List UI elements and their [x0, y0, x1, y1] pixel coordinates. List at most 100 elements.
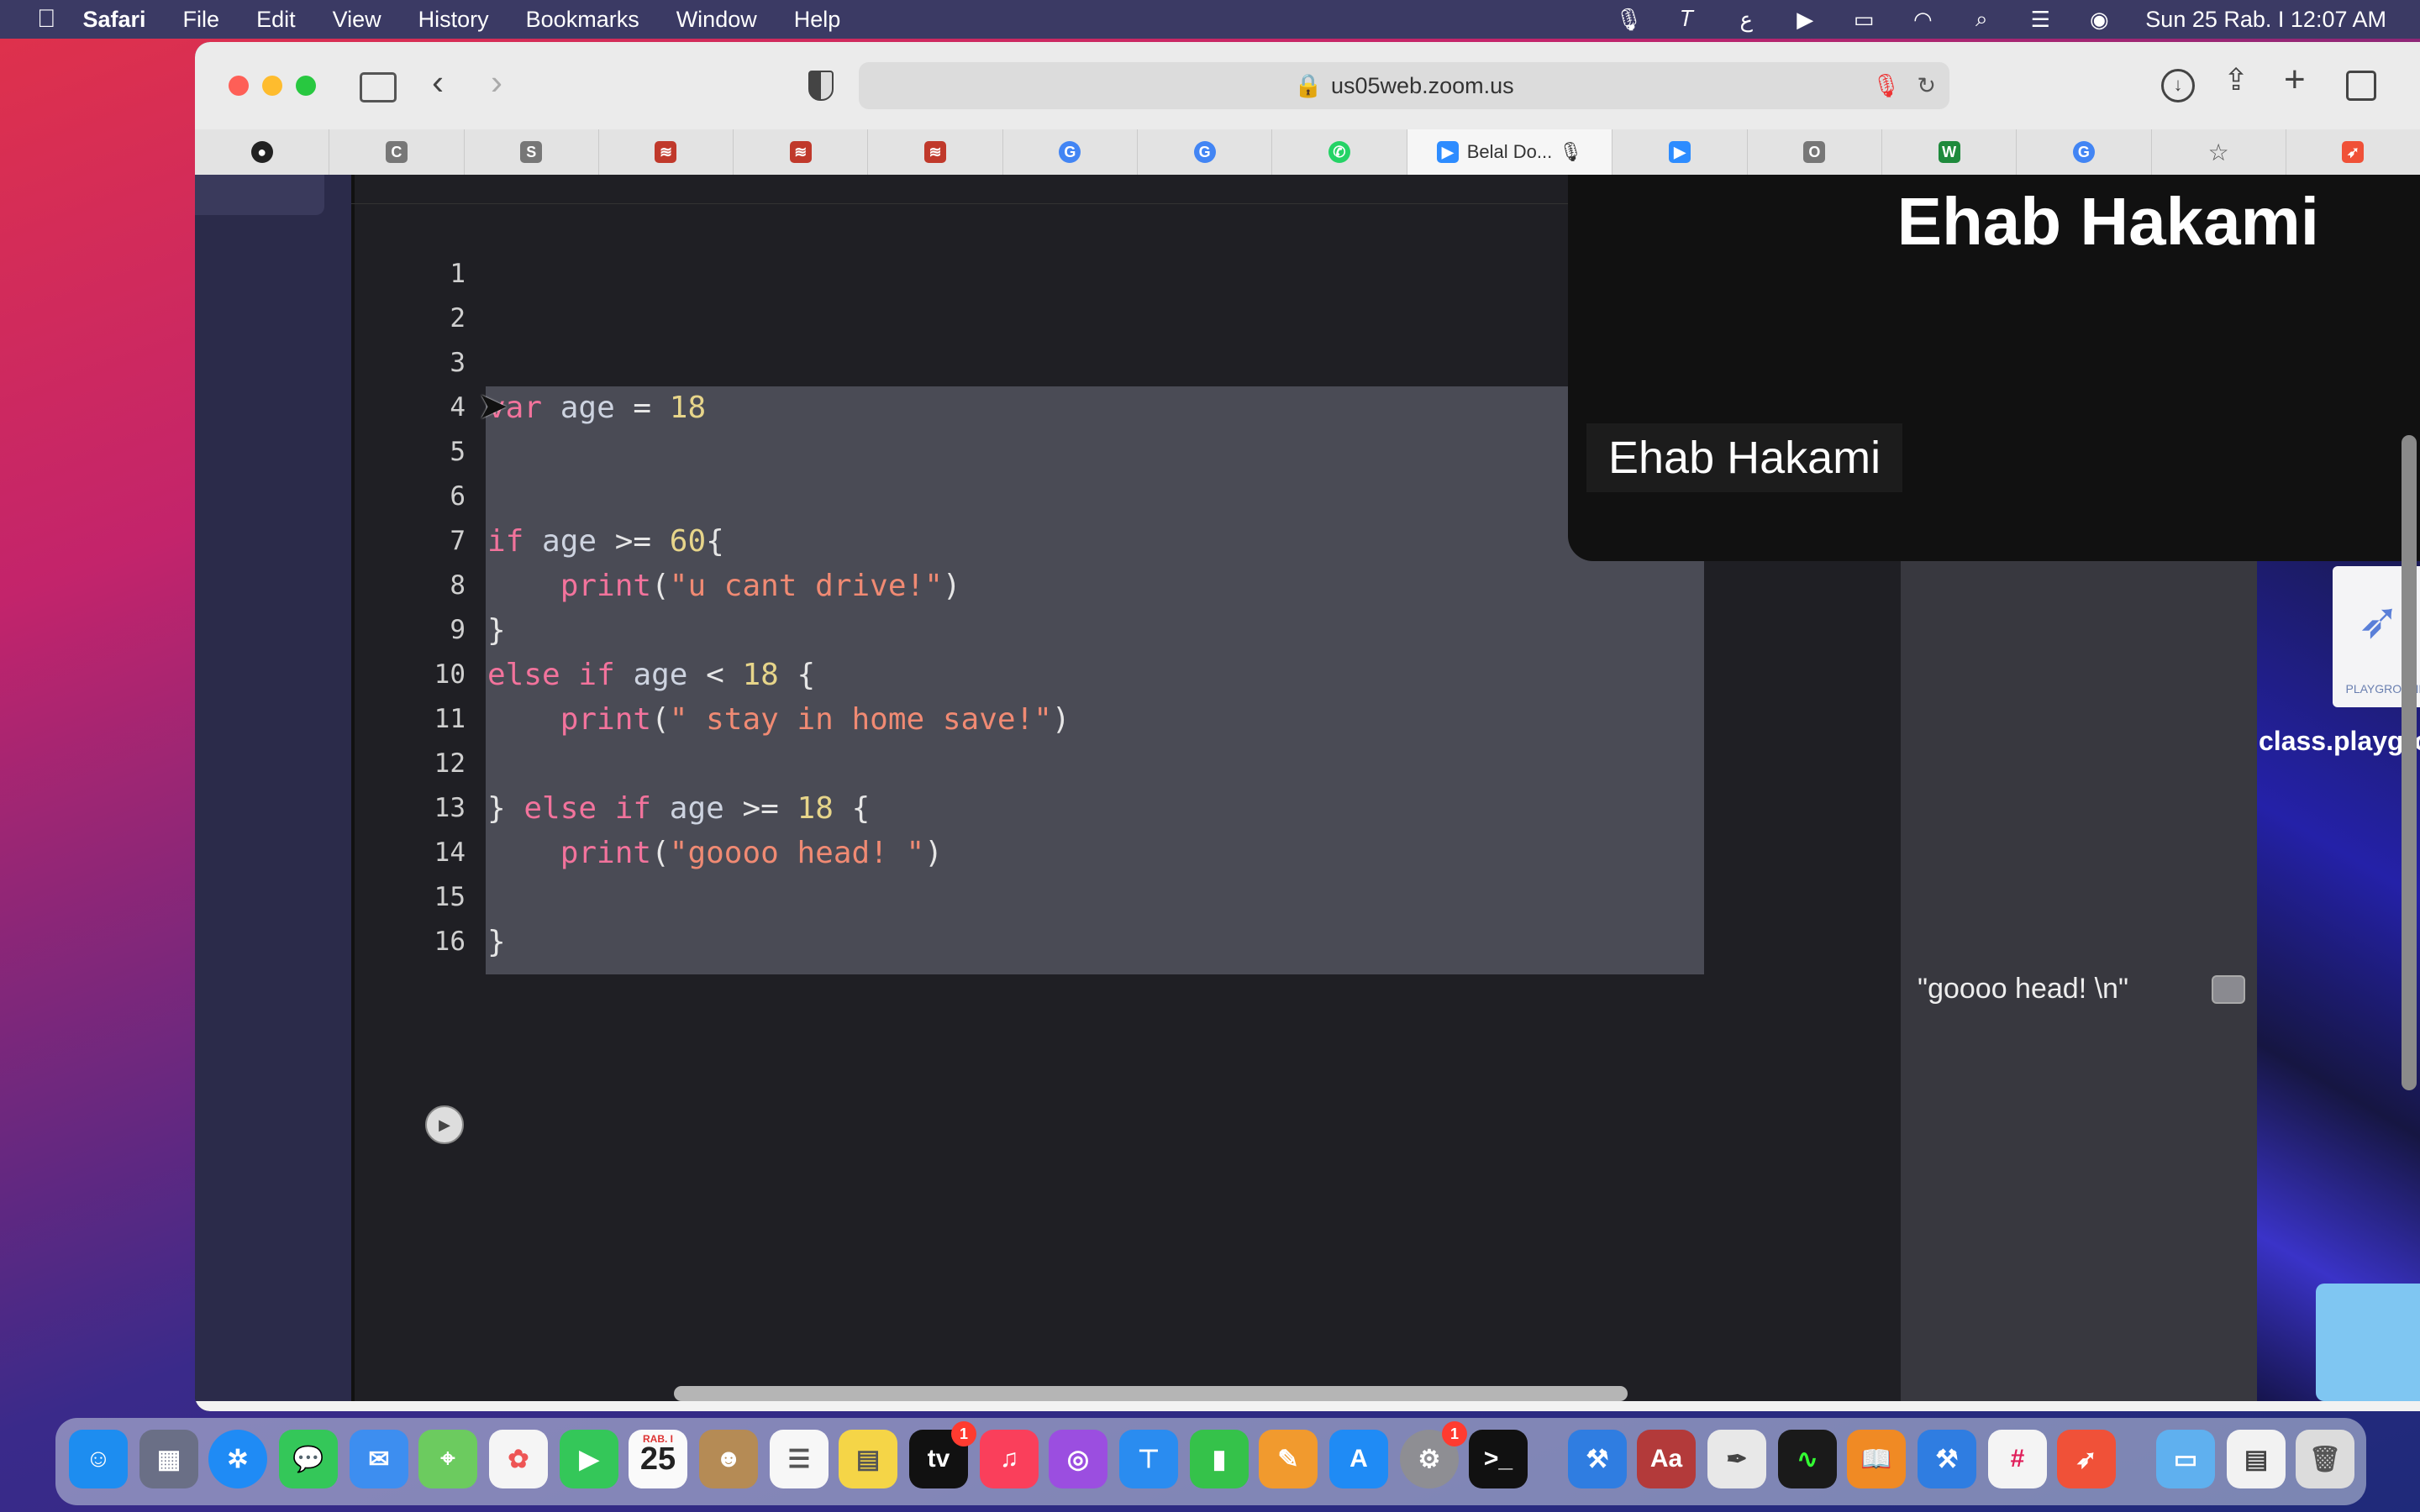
code-line[interactable]: print(" stay in home save!") [487, 702, 1071, 737]
terminal-icon[interactable]: >_ [1469, 1430, 1528, 1488]
mouse-cursor-icon: ➤ [477, 386, 508, 427]
menu-bookmarks[interactable]: Bookmarks [526, 7, 639, 33]
close-window-button[interactable] [229, 76, 249, 96]
folder-icon[interactable] [2316, 1284, 2420, 1401]
tab-google-1[interactable]: G [1003, 129, 1138, 175]
minimize-window-button[interactable] [262, 76, 282, 96]
forward-icon[interactable]: › [491, 62, 502, 102]
keynote-icon[interactable]: ⊤ [1119, 1430, 1178, 1488]
zoom-window-button[interactable] [296, 76, 316, 96]
photos-icon[interactable]: ✿ [489, 1430, 548, 1488]
search-icon[interactable]: ⌕ [1969, 6, 1994, 32]
google-icon: G [1193, 141, 1216, 163]
tab-zoom-active[interactable]: ▶ Belal Do... 🎙 [1407, 129, 1613, 175]
tab-s[interactable]: S [465, 129, 599, 175]
app-store-icon[interactable]: A [1329, 1430, 1388, 1488]
documents-stack-icon[interactable]: ▤ [2227, 1430, 2286, 1488]
horizontal-scrollbar[interactable] [674, 1386, 1628, 1401]
code-line[interactable]: if age >= 60{ [487, 524, 724, 559]
tab-whatsapp[interactable]: ✆ [1272, 129, 1407, 175]
dictation-icon[interactable]: 🎙 [1872, 72, 1901, 99]
share-icon[interactable]: ⇪ [2223, 62, 2249, 97]
tab-github[interactable]: ● [195, 129, 330, 175]
menu-edit[interactable]: Edit [256, 7, 296, 33]
menu-file[interactable]: File [183, 7, 220, 33]
zoom-video-tile[interactable]: Ehab Hakami Ehab Hakami [1568, 175, 2420, 561]
finder-icon[interactable]: ☺ [69, 1430, 128, 1488]
menu-view[interactable]: View [333, 7, 381, 33]
control-center-icon[interactable]: ☰ [2028, 7, 2053, 32]
code-line[interactable]: } [487, 925, 506, 959]
tab-o[interactable]: O [1748, 129, 1882, 175]
tab-stripes-2[interactable]: ≋ [734, 129, 869, 175]
script-icon[interactable]: 𝑇 [1675, 6, 1700, 32]
play-icon[interactable]: ▶ [1792, 7, 1818, 32]
siri-icon[interactable]: ◉ [2086, 7, 2112, 32]
system-preferences-icon[interactable]: ⚙ 1 [1400, 1421, 1467, 1488]
menu-window[interactable]: Window [676, 7, 757, 33]
microphone-icon[interactable]: 🎙 [1615, 7, 1643, 32]
tab-green[interactable]: W [1882, 129, 2018, 175]
code-line[interactable]: print("goooo head! ") [487, 836, 943, 870]
menu-app-name[interactable]: Safari [83, 7, 146, 33]
pages-icon[interactable]: ✎ [1259, 1430, 1318, 1488]
code-line[interactable]: } [487, 613, 506, 648]
messages-icon[interactable]: 💬 [279, 1430, 338, 1488]
activity-monitor-icon[interactable]: ∿ [1778, 1430, 1837, 1488]
launchpad-icon[interactable]: ▦ [139, 1430, 198, 1488]
menu-history[interactable]: History [418, 7, 489, 33]
maps-icon[interactable]: ⌖ [418, 1430, 477, 1488]
back-icon[interactable]: ‹ [432, 62, 444, 102]
battery-icon[interactable]: ▭ [1851, 7, 1876, 32]
podcasts-icon[interactable]: ◎ [1049, 1430, 1107, 1488]
safari-icon[interactable]: ✲ [208, 1430, 267, 1488]
music-icon[interactable]: ♫ [980, 1430, 1039, 1488]
tab-bookmark[interactable]: ☆ [2152, 129, 2286, 175]
input-source-icon[interactable]: ع [1733, 7, 1759, 32]
swift-playgrounds-icon[interactable]: ➶ [2057, 1430, 2116, 1488]
code-line[interactable]: } else if age >= 18 { [487, 791, 870, 826]
privacy-shield-icon[interactable] [808, 71, 834, 101]
tab-zoom[interactable]: ▶ [1612, 129, 1748, 175]
reminders-icon[interactable]: ☰ [770, 1430, 829, 1488]
dictionary-icon[interactable]: Aa [1637, 1430, 1696, 1488]
tab-google-2[interactable]: G [1138, 129, 1273, 175]
sidebar-toggle-icon[interactable] [360, 72, 397, 102]
apple-menu-icon[interactable]:  [37, 5, 56, 34]
vertical-scrollbar[interactable] [2402, 435, 2417, 1090]
tab-stripes-1[interactable]: ≋ [599, 129, 734, 175]
notes-icon[interactable]: ▤ [839, 1430, 897, 1488]
numbers-icon[interactable]: ▮ [1190, 1430, 1249, 1488]
downloads-icon[interactable]: ↓ [2161, 69, 2195, 102]
new-tab-icon[interactable]: + [2284, 59, 2306, 101]
menu-help[interactable]: Help [794, 7, 841, 33]
apple-tv-icon[interactable]: tv 1 [909, 1421, 976, 1488]
playground-file-name[interactable]: class.playground [2259, 726, 2420, 757]
tab-swift[interactable]: ➶ [2286, 129, 2420, 175]
calendar-icon[interactable]: RAB. I 25 [629, 1430, 687, 1488]
xcode-icon-2[interactable]: ⚒ [1918, 1430, 1976, 1488]
code-line[interactable]: print("u cant drive!") [487, 569, 961, 603]
slack-icon[interactable]: # [1988, 1430, 2047, 1488]
reload-icon[interactable]: ↻ [1917, 73, 1936, 99]
address-bar[interactable]: 🔒 us05web.zoom.us 🎙 ↻ [859, 62, 1949, 109]
run-playground-button[interactable]: ▶ [425, 1105, 464, 1144]
facetime-icon[interactable]: ▶ [560, 1430, 618, 1488]
code-line[interactable]: var age = 18 [487, 391, 706, 425]
downloads-folder-icon[interactable]: ▭ [2156, 1430, 2215, 1488]
code-line[interactable]: else if age < 18 { [487, 658, 815, 692]
script-editor-icon[interactable]: ✒ [1707, 1430, 1766, 1488]
calendar-day: 25 [639, 1441, 676, 1477]
xcode-icon[interactable]: ⚒ [1568, 1430, 1627, 1488]
wifi-icon[interactable]: ◠ [1910, 7, 1935, 32]
trash-icon[interactable]: 🗑 [2296, 1430, 2354, 1488]
quick-look-icon[interactable] [2212, 975, 2245, 1004]
menu-clock[interactable]: Sun 25 Rab. I 12:07 AM [2145, 7, 2386, 33]
tab-c[interactable]: C [329, 129, 465, 175]
tab-stripes-3[interactable]: ≋ [868, 129, 1003, 175]
contacts-icon[interactable]: ☻ [699, 1430, 758, 1488]
books-icon[interactable]: 📖 [1847, 1430, 1906, 1488]
tab-google-3[interactable]: G [2017, 129, 2152, 175]
mail-icon[interactable]: ✉ [350, 1430, 408, 1488]
tab-overview-icon[interactable] [2346, 71, 2376, 101]
